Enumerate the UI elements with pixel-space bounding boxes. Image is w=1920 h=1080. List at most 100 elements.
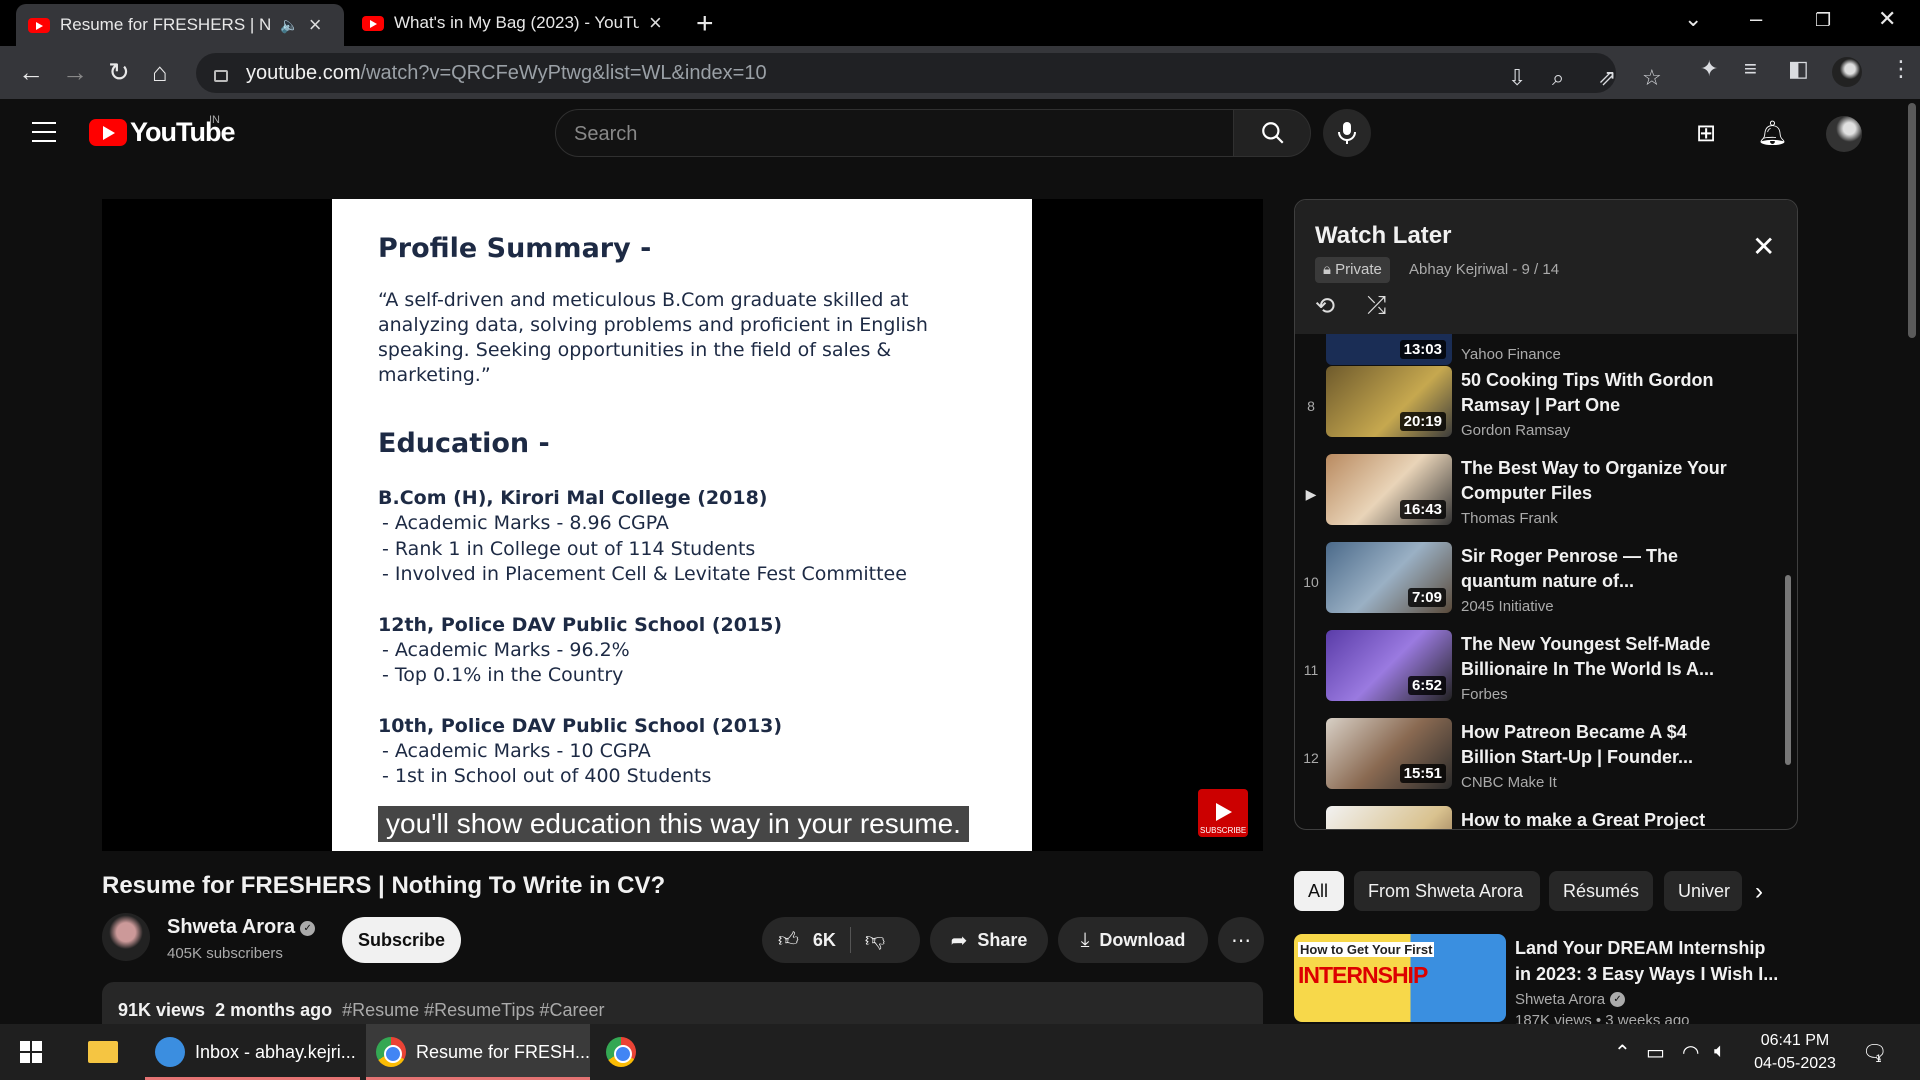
tab-title: What's in My Bag (2023) - YouTub: [394, 13, 639, 32]
tab-resume[interactable]: Resume for FRESHERS | Noth 🔈 ×: [16, 4, 344, 46]
item-channel: Forbes: [1461, 686, 1508, 703]
like-icon[interactable]: 👍︎: [778, 928, 799, 952]
video-thumbnail[interactable]: [1326, 806, 1452, 829]
duration-badge: 6:52: [1407, 676, 1446, 695]
taskbar-app-chrome-2[interactable]: [596, 1024, 656, 1080]
video-frame-slide: Profile Summary - “A self-driven and met…: [332, 199, 1032, 851]
video-thumbnail[interactable]: 7:09: [1326, 542, 1452, 613]
video-thumbnail[interactable]: 6:52: [1326, 630, 1452, 701]
item-title[interactable]: The Best Way to Organize Your Computer F…: [1461, 456, 1741, 506]
minimize-icon[interactable]: –: [1750, 6, 1762, 32]
extensions-icon[interactable]: ✦: [1700, 56, 1718, 82]
account-avatar[interactable]: [1826, 116, 1862, 152]
windows-start-icon[interactable]: [20, 1041, 42, 1063]
item-title[interactable]: How to make a Great Project: [1461, 808, 1741, 829]
chevron-right-icon[interactable]: ›: [1755, 878, 1763, 906]
playlist-scrollbar[interactable]: [1785, 575, 1791, 765]
tab-whats-in-my-bag[interactable]: What's in My Bag (2023) - YouTub ×: [350, 0, 680, 46]
download-button[interactable]: ⤓ Download: [1058, 917, 1208, 963]
address-bar[interactable]: youtube.com/watch?v=QRCFeWyPtwg&list=WL&…: [196, 53, 1662, 93]
browser-profile-avatar[interactable]: [1832, 57, 1862, 87]
taskbar-app-chrome[interactable]: Resume for FRESH...: [366, 1024, 590, 1080]
chip-resumes[interactable]: Résumés: [1549, 871, 1653, 911]
playlist-title[interactable]: Watch Later: [1315, 222, 1451, 250]
search-button[interactable]: [1233, 109, 1311, 157]
system-clock[interactable]: 06:41 PM 04-05-2023: [1745, 1029, 1845, 1075]
channel-avatar[interactable]: [102, 913, 150, 961]
wifi-icon[interactable]: ◠: [1682, 1040, 1699, 1065]
playlist-item[interactable]: 12 15:51 How Patreon Became A $4 Billion…: [1295, 718, 1797, 806]
close-tab-icon[interactable]: ×: [649, 10, 662, 36]
playlist-item[interactable]: 8 20:19 50 Cooking Tips With Gordon Rams…: [1295, 366, 1797, 454]
back-icon[interactable]: ←: [18, 58, 44, 86]
reload-icon[interactable]: ↻: [108, 58, 130, 86]
close-window-icon[interactable]: ✕: [1878, 6, 1896, 32]
youtube-logo-icon[interactable]: [89, 119, 127, 146]
notifications-bell-icon[interactable]: 🔔︎: [1757, 119, 1787, 148]
close-tab-icon[interactable]: ×: [309, 12, 322, 38]
like-dislike-group: 👍︎ 6K 👎︎: [762, 917, 920, 963]
recommended-title[interactable]: Land Your DREAM Internship in 2023: 3 Ea…: [1515, 935, 1785, 987]
recommended-channel[interactable]: Shweta Arora ✓: [1515, 991, 1626, 1008]
forward-icon[interactable]: →: [62, 58, 88, 86]
close-playlist-icon[interactable]: ✕: [1752, 230, 1775, 263]
subscribe-watermark-icon[interactable]: SUBSCRIBE: [1198, 789, 1248, 837]
video-thumbnail[interactable]: 13:03: [1326, 334, 1452, 365]
tab-search-chevron-icon[interactable]: ⌄: [1684, 6, 1702, 32]
video-thumbnail[interactable]: 16:43: [1326, 454, 1452, 525]
taskbar-app-label: Inbox - abhay.kejri...: [195, 1041, 356, 1062]
video-player[interactable]: Profile Summary - “A self-driven and met…: [102, 199, 1263, 851]
shuffle-icon[interactable]: ⤮: [1367, 292, 1386, 320]
video-thumbnail[interactable]: 20:19: [1326, 366, 1452, 437]
restore-icon[interactable]: ❐: [1815, 10, 1831, 31]
file-explorer-button[interactable]: [78, 1024, 138, 1080]
item-title[interactable]: 50 Cooking Tips With Gordon Ramsay | Par…: [1461, 368, 1741, 418]
loop-icon[interactable]: ⟲: [1315, 292, 1335, 321]
menu-icon[interactable]: [32, 122, 56, 142]
chip-from-channel[interactable]: From Shweta Arora: [1354, 871, 1540, 911]
education-block: B.Com (H), Kirori Mal College (2018) - A…: [378, 485, 986, 588]
hashtags[interactable]: #Resume #ResumeTips #Career: [342, 1000, 604, 1020]
media-control-icon[interactable]: ≡: [1744, 56, 1757, 82]
notification-center-icon[interactable]: 🗨︎1: [1862, 1040, 1894, 1065]
side-panel-icon[interactable]: ◧: [1788, 56, 1809, 82]
recommended-channel-name[interactable]: Shweta Arora: [1515, 991, 1605, 1008]
item-title[interactable]: How Patreon Became A $4 Billion Start-Up…: [1461, 720, 1741, 770]
page-scrollbar-thumb[interactable]: [1908, 103, 1916, 338]
page-scrollbar[interactable]: [1904, 99, 1920, 1024]
bookmark-star-icon[interactable]: ☆: [1642, 65, 1662, 91]
subscribe-button[interactable]: Subscribe: [342, 917, 461, 963]
tray-chevron-up-icon[interactable]: ⌃: [1614, 1040, 1631, 1065]
item-title[interactable]: The New Youngest Self-Made Billionaire I…: [1461, 632, 1741, 682]
playlist-item[interactable]: 6:52 11 The New Youngest Self-Made Billi…: [1295, 630, 1797, 718]
volume-icon[interactable]: 🔈︎: [1714, 1040, 1726, 1063]
playlist-item-current[interactable]: ▶ 16:43 The Best Way to Organize Your Co…: [1295, 454, 1797, 542]
taskbar-app-outlook[interactable]: Inbox - abhay.kejri...: [145, 1024, 360, 1080]
zoom-icon[interactable]: ⌕: [1552, 65, 1564, 91]
chip-university[interactable]: Univer: [1664, 871, 1742, 911]
browser-menu-icon[interactable]: ⋮: [1890, 56, 1912, 82]
education-title: 12th, Police DAV Public School (2015): [378, 613, 783, 636]
home-icon[interactable]: ⌂: [152, 58, 168, 86]
dislike-icon[interactable]: 👎︎: [865, 928, 885, 952]
create-video-icon[interactable]: ⊞: [1696, 119, 1716, 148]
share-button[interactable]: ➦ Share: [930, 917, 1048, 963]
chip-all[interactable]: All: [1294, 871, 1344, 911]
video-thumbnail[interactable]: 15:51: [1326, 718, 1452, 789]
channel-name-text[interactable]: Shweta Arora: [167, 916, 295, 938]
channel-name[interactable]: Shweta Arora ✓: [167, 916, 316, 939]
install-app-icon[interactable]: ⇩: [1508, 65, 1526, 91]
playlist-item[interactable]: How to make a Great Project: [1295, 806, 1797, 829]
new-tab-icon[interactable]: +: [696, 7, 714, 41]
more-actions-button[interactable]: ⋯: [1218, 917, 1264, 963]
recommended-thumbnail[interactable]: How to Get Your First INTERNSHIP: [1294, 934, 1506, 1022]
item-title[interactable]: Sir Roger Penrose — The quantum nature o…: [1461, 544, 1741, 594]
share-page-icon[interactable]: ⇗: [1598, 65, 1616, 91]
speaker-icon[interactable]: 🔈: [280, 16, 299, 34]
notification-count: 1: [1875, 1053, 1882, 1065]
playlist-item[interactable]: 10 7:09 Sir Roger Penrose — The quantum …: [1295, 542, 1797, 630]
like-count[interactable]: 6K: [813, 930, 836, 951]
battery-icon[interactable]: ▭: [1646, 1040, 1665, 1065]
search-input[interactable]: Search: [555, 109, 1235, 157]
voice-search-button[interactable]: [1323, 109, 1371, 157]
